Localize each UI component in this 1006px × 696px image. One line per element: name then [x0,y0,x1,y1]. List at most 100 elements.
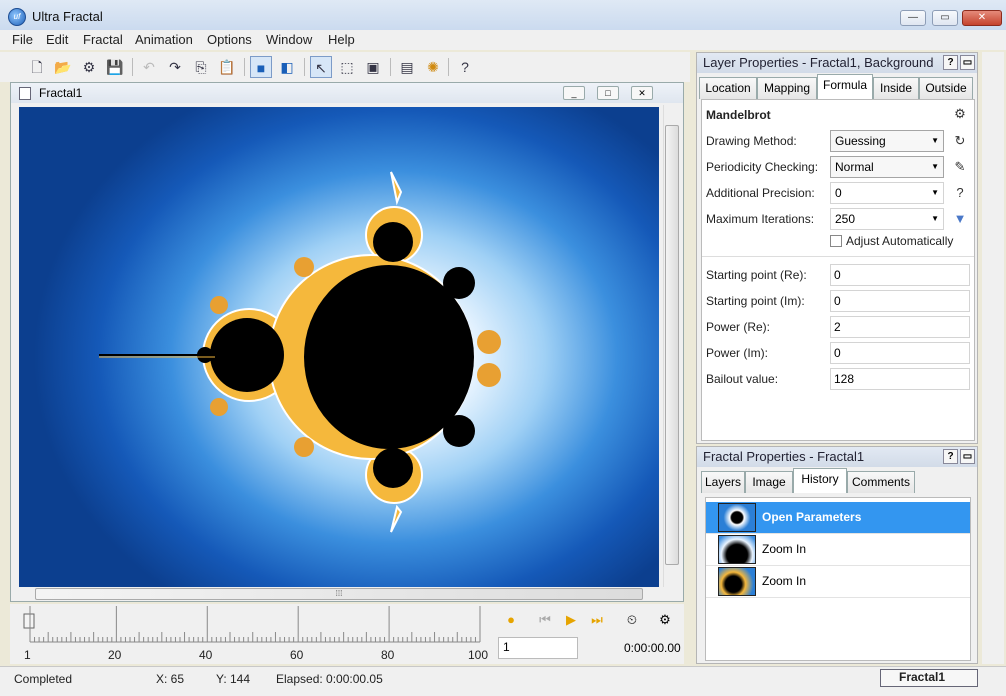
fractal-close-button[interactable]: ✕ [631,86,653,100]
panel-help-icon[interactable]: ? [943,55,958,70]
edit-formula-icon[interactable]: ✎ [952,159,968,175]
close-button[interactable]: ✕ [962,10,1002,26]
maximize-button[interactable]: ▭ [932,10,958,26]
drawing-method-select[interactable]: Guessing ▼ [830,130,944,152]
horizontal-scrollbar[interactable]: ⁞⁞⁞ [19,587,661,601]
fractal-minimize-button[interactable]: _ [563,86,585,100]
fractal-window: Fractal1 _ □ ✕ ⁞⁞⁞ [10,82,684,602]
minimize-button[interactable]: — [900,10,926,26]
toolbar-separator [244,58,245,76]
menu-help[interactable]: Help [328,32,355,47]
horizontal-scroll-thumb[interactable]: ⁞⁞⁞ [35,588,643,600]
frame-input[interactable]: 1 [498,637,578,659]
document-tab-label: Fractal1 [899,670,946,684]
adjust-automatically-checkbox[interactable] [830,235,842,247]
history-list: Open Parameters Zoom In Zoom In [705,497,971,661]
refresh-icon[interactable]: ↻ [952,133,968,149]
status-text: Completed [14,672,73,686]
history-thumbnail [718,535,756,564]
panel-help-icon[interactable]: ? [943,449,958,464]
settings-icon[interactable]: ✺ [422,56,444,78]
history-thumbnail [718,567,756,596]
tab-history[interactable]: History [793,468,847,493]
history-label: Zoom In [762,542,807,556]
layer-properties-title: Layer Properties - Fractal1, Background [703,55,934,70]
toolbar-separator [448,58,449,76]
periodicity-select[interactable]: Normal ▼ [830,156,944,178]
split-view-icon[interactable]: ◧ [276,56,298,78]
start-re-label: Starting point (Re): [706,268,807,282]
help-icon[interactable]: ? [454,56,476,78]
history-item[interactable]: Zoom In [706,534,970,566]
animation-timeline[interactable] [10,604,490,648]
precision-select[interactable]: 0 ▼ [830,182,944,204]
power-im-field[interactable]: 0 [830,342,970,364]
help-icon[interactable]: ? [952,185,968,201]
tab-formula[interactable]: Formula [817,74,873,99]
document-tab[interactable]: Fractal1 [880,669,978,687]
vertical-scrollbar[interactable] [663,105,680,587]
menu-animation[interactable]: Animation [135,32,193,47]
more-options-icon[interactable]: ▼ [952,211,968,227]
tab-inside[interactable]: Inside [873,77,919,99]
zoom-box-icon[interactable]: ⬚ [336,56,358,78]
open-params-icon[interactable]: ⚙ [78,56,100,78]
select-arrow-icon[interactable]: ↖ [310,56,332,78]
tab-comments[interactable]: Comments [847,471,915,493]
tick-label: 20 [108,648,122,662]
play-icon[interactable]: ▶ [561,610,581,630]
tab-outside[interactable]: Outside [919,77,973,99]
tab-image[interactable]: Image [745,471,793,493]
previous-keyframe-icon[interactable]: ⏮ [535,610,555,630]
fractal-canvas[interactable] [19,107,659,587]
tab-location[interactable]: Location [699,77,757,99]
periodicity-value: Normal [835,160,874,174]
chevron-down-icon: ▼ [931,188,939,197]
max-iterations-select[interactable]: 250 ▼ [830,208,944,230]
toolbar-separator [304,58,305,76]
start-re-field[interactable]: 0 [830,264,970,286]
start-im-field[interactable]: 0 [830,290,970,312]
open-folder-icon[interactable]: 📂 [52,56,74,78]
history-item[interactable]: Open Parameters [706,502,970,534]
uf-logo-icon: uf [8,8,26,26]
panel-scrollbar[interactable] [982,52,1004,664]
tab-mapping[interactable]: Mapping [757,77,817,99]
animation-settings-icon[interactable]: ⚙ [655,610,675,630]
panel-pin-icon[interactable]: ▭ [960,55,975,70]
save-icon[interactable]: 💾 [104,56,126,78]
fractal-properties-title: Fractal Properties - Fractal1 [703,449,865,464]
menu-window[interactable]: Window [266,32,312,47]
menu-edit[interactable]: Edit [46,32,68,47]
fractal-view-icon[interactable]: ■ [250,56,272,78]
redo-icon[interactable]: ↷ [164,56,186,78]
next-keyframe-icon[interactable]: ⏭ [587,610,607,630]
precision-value: 0 [835,186,842,200]
record-icon[interactable]: ● [501,610,521,630]
fractal-maximize-button[interactable]: □ [597,86,619,100]
timer-icon[interactable]: ⏲ [622,610,642,630]
render-icon[interactable]: ▤ [396,56,418,78]
history-item[interactable]: Zoom In [706,566,970,598]
title-bar: uf Ultra Fractal — ▭ ✕ [0,0,1006,34]
formula-properties: Mandelbrot ⚙ Drawing Method: Guessing ▼ ↻… [701,99,975,441]
vertical-scroll-thumb[interactable] [665,125,679,565]
undo-icon[interactable]: ↶ [138,56,160,78]
paste-icon[interactable]: 📋 [216,56,238,78]
bailout-label: Bailout value: [706,372,779,386]
menu-options[interactable]: Options [207,32,252,47]
new-file-icon[interactable]: 🗋 [26,56,48,78]
panel-pin-icon[interactable]: ▭ [960,449,975,464]
copy-icon[interactable]: ⎘ [190,56,212,78]
periodicity-label: Periodicity Checking: [706,160,819,174]
fractal-window-titlebar[interactable]: Fractal1 _ □ ✕ [11,83,683,103]
menu-file[interactable]: File [12,32,33,47]
precision-label: Additional Precision: [706,186,815,200]
menu-fractal[interactable]: Fractal [83,32,123,47]
window-icon[interactable]: ▣ [362,56,384,78]
tab-layers[interactable]: Layers [701,471,745,493]
browse-formula-icon[interactable]: ⚙ [952,106,968,122]
power-re-field[interactable]: 2 [830,316,970,338]
tick-label: 100 [468,648,489,662]
bailout-field[interactable]: 128 [830,368,970,390]
